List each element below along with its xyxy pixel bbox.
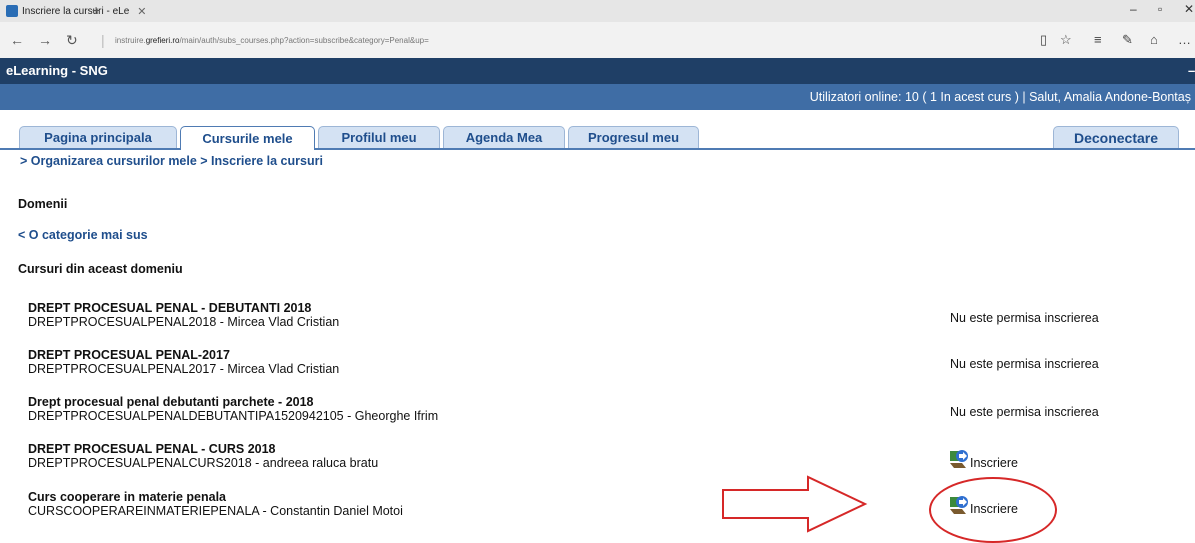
logout-button[interactable]: Deconectare: [1053, 126, 1179, 148]
courses-heading: Cursuri din aceast domeniu: [18, 262, 183, 276]
course-subtitle: DREPTPROCESUALPENALCURS2018 - andreea ra…: [28, 456, 379, 470]
site-favicon-icon: [6, 5, 18, 17]
course-subtitle: DREPTPROCESUALPENAL2018 - Mircea Vlad Cr…: [28, 315, 340, 329]
tab-label: Agenda Mea: [465, 130, 543, 145]
tab-label: Cursurile mele: [202, 131, 293, 146]
course-item: DREPT PROCESUAL PENAL - CURS 2018 DREPTP…: [28, 442, 378, 470]
course-subtitle: DREPTPROCESUALPENALDEBUTANTIPA1520942105…: [28, 409, 439, 423]
reading-view-icon[interactable]: ▯: [1040, 32, 1047, 48]
maximize-icon[interactable]: ▫: [1158, 2, 1162, 16]
course-item: Curs cooperare in materie penala CURSCOO…: [28, 490, 403, 518]
enrollment-status: Nu este permisa inscrierea: [950, 357, 1099, 371]
course-item: DREPT PROCESUAL PENAL - DEBUTANTI 2018 D…: [28, 301, 339, 329]
browser-tab-title: Inscriere la cursuri - eLe: [22, 5, 130, 17]
share-icon[interactable]: ⌂: [1150, 32, 1158, 47]
address-divider: |: [101, 32, 105, 48]
tab-label: Progresul meu: [587, 130, 680, 145]
course-item: Drept procesual penal debutanti parchete…: [28, 395, 438, 423]
url-field[interactable]: instruire.grefieri.ro/main/auth/subs_cou…: [115, 36, 429, 45]
browser-tab[interactable]: Inscriere la cursuri - eLe ✕: [6, 2, 146, 20]
tab-label: Profilul meu: [341, 130, 417, 145]
browser-tab-strip: Inscriere la cursuri - eLe ✕ + – ▫ ✕: [0, 0, 1195, 22]
tab-cursurile-mele[interactable]: Cursurile mele: [180, 126, 315, 150]
domains-heading: Domenii: [18, 197, 68, 211]
course-subtitle: CURSCOOPERAREINMATERIEPENALA - Constanti…: [28, 504, 403, 518]
breadcrumb[interactable]: > Organizarea cursurilor mele > Inscrier…: [20, 154, 323, 168]
refresh-icon[interactable]: ↻: [66, 32, 78, 49]
main-menu-tabs: Pagina principala Cursurile mele Profilu…: [0, 110, 1195, 150]
favorites-star-icon[interactable]: ☆: [1060, 32, 1072, 48]
address-bar: ← → ↻ | instruire.grefieri.ro/main/auth/…: [0, 22, 1195, 59]
web-note-icon[interactable]: ✎: [1122, 32, 1133, 48]
more-icon[interactable]: …: [1178, 32, 1191, 47]
course-title: DREPT PROCESUAL PENAL - DEBUTANTI 2018: [28, 301, 312, 315]
enrollment-status: Nu este permisa inscrierea: [950, 405, 1099, 419]
site-brand-bar: eLearning - SNG –: [0, 58, 1195, 84]
url-path: /main/auth/subs_courses.php?action=subsc…: [179, 36, 429, 45]
category-up-link[interactable]: < O categorie mai sus: [18, 228, 148, 242]
annotation-circle: [929, 477, 1057, 543]
enroll-label: Inscriere: [970, 456, 1018, 470]
hub-icon[interactable]: ≡: [1094, 32, 1102, 47]
close-tab-icon[interactable]: ✕: [137, 5, 146, 18]
url-prefix: instruire.: [115, 36, 146, 45]
forward-icon[interactable]: →: [38, 32, 52, 48]
course-subtitle: DREPTPROCESUALPENAL2017 - Mircea Vlad Cr…: [28, 362, 340, 376]
site-brand[interactable]: eLearning - SNG: [6, 63, 108, 78]
back-icon[interactable]: ←: [10, 32, 24, 48]
course-title: Drept procesual penal debutanti parchete…: [28, 395, 314, 409]
course-item: DREPT PROCESUAL PENAL-2017 DREPTPROCESUA…: [28, 348, 339, 376]
course-title: DREPT PROCESUAL PENAL - CURS 2018: [28, 442, 276, 456]
tab-label: Pagina principala: [44, 130, 152, 145]
enroll-icon: [950, 450, 968, 468]
close-window-icon[interactable]: ✕: [1184, 2, 1194, 16]
user-status-bar: Utilizatori online: 10 ( 1 In acest curs…: [0, 84, 1195, 110]
minimize-icon[interactable]: –: [1130, 2, 1137, 16]
tab-pagina-principala[interactable]: Pagina principala: [19, 126, 177, 148]
enroll-button[interactable]: Inscriere: [948, 448, 1018, 470]
url-domain: grefieri.ro: [145, 36, 180, 45]
tab-profilul-meu[interactable]: Profilul meu: [318, 126, 440, 148]
logout-label: Deconectare: [1073, 129, 1159, 146]
tab-agenda-mea[interactable]: Agenda Mea: [443, 126, 565, 148]
enrollment-status: Nu este permisa inscrierea: [950, 311, 1099, 325]
course-title: Curs cooperare in materie penala: [28, 490, 226, 504]
annotation-arrow-icon: [722, 475, 868, 533]
online-users-text: Utilizatori online: 10 ( 1 In acest curs…: [809, 90, 1191, 104]
new-tab-button[interactable]: +: [92, 2, 100, 18]
brand-bar-dash: –: [1188, 63, 1195, 78]
course-title: DREPT PROCESUAL PENAL-2017: [28, 348, 230, 362]
tab-progresul-meu[interactable]: Progresul meu: [568, 126, 699, 148]
